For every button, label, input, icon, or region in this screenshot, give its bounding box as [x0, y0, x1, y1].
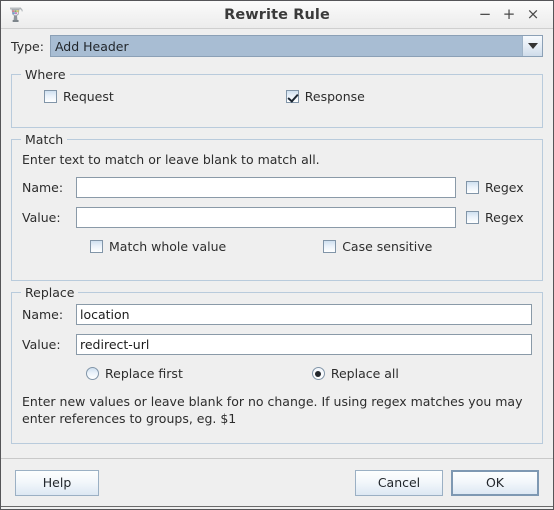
radio-replace-first[interactable]: Replace first — [86, 366, 183, 381]
replace-group-title: Replace — [21, 285, 79, 301]
checkbox-response[interactable]: Response — [285, 89, 365, 104]
match-options-row: Match whole value Case sensitive — [22, 239, 532, 254]
chevron-down-icon[interactable] — [522, 36, 542, 56]
where-row: Request Response — [22, 89, 532, 104]
window-title: Rewrite Rule — [224, 6, 330, 23]
match-group-title: Match — [21, 132, 68, 148]
confirm-buttons: Cancel OK — [355, 469, 539, 496]
match-value-input[interactable] — [76, 207, 456, 228]
window-bottom-edge — [1, 506, 553, 509]
maximize-icon[interactable]: + — [497, 4, 521, 26]
help-button[interactable]: Help — [15, 469, 99, 496]
replace-value-label: Value: — [22, 337, 61, 352]
replace-value-input[interactable]: redirect-url — [76, 334, 532, 355]
dialog-button-bar: Help Cancel OK — [1, 458, 553, 506]
checkbox-match-value-regex-box[interactable] — [466, 211, 479, 224]
close-icon[interactable]: × — [521, 4, 545, 26]
where-group-title: Where — [21, 67, 70, 83]
replace-value-row: Value: redirect-url — [22, 334, 532, 355]
radio-replace-first-label: Replace first — [105, 366, 183, 381]
checkbox-match-value-regex[interactable]: Regex — [466, 210, 532, 225]
match-name-input[interactable] — [76, 177, 456, 198]
checkbox-match-whole-value[interactable]: Match whole value — [90, 239, 226, 254]
checkbox-request[interactable]: Request — [44, 89, 114, 104]
match-group: Match Enter text to match or leave blank… — [11, 132, 543, 281]
where-group: Where Request Response — [11, 67, 543, 128]
replace-name-row: Name: location — [22, 304, 532, 325]
radio-replace-all[interactable]: Replace all — [311, 366, 399, 381]
checkbox-match-name-regex[interactable]: Regex — [466, 180, 532, 195]
titlebar[interactable]: Rewrite Rule − + × — [1, 1, 553, 29]
radio-replace-first-dot[interactable] — [86, 367, 99, 380]
match-value-row: Value: Regex — [22, 207, 532, 228]
minimize-icon[interactable]: − — [473, 4, 497, 26]
checkbox-match-value-regex-label: Regex — [485, 210, 524, 225]
match-name-row: Name: Regex — [22, 177, 532, 198]
match-value-label: Value: — [22, 210, 61, 225]
type-label: Type: — [11, 38, 44, 54]
checkbox-request-box[interactable] — [44, 90, 57, 103]
app-jug-icon — [7, 5, 27, 25]
cancel-button[interactable]: Cancel — [355, 469, 443, 496]
checkbox-match-whole-value-label: Match whole value — [109, 239, 227, 254]
checkbox-case-sensitive[interactable]: Case sensitive — [323, 239, 432, 254]
replace-group: Replace Name: location Value: redirect-u… — [11, 285, 543, 444]
checkbox-match-name-regex-label: Regex — [485, 180, 524, 195]
replace-mode-row: Replace first Replace all — [22, 366, 532, 381]
replace-name-label: Name: — [22, 307, 64, 322]
replace-hint: Enter new values or leave blank for no c… — [22, 394, 523, 426]
type-select-value: Add Header — [50, 36, 522, 56]
type-select[interactable]: Add Header — [49, 35, 543, 57]
checkbox-match-whole-value-box[interactable] — [90, 240, 103, 253]
ok-button[interactable]: OK — [451, 469, 539, 496]
match-name-label: Name: — [22, 180, 64, 195]
checkbox-case-sensitive-box[interactable] — [323, 240, 337, 253]
radio-replace-all-label: Replace all — [330, 366, 399, 381]
checkbox-case-sensitive-label: Case sensitive — [342, 239, 433, 254]
checkbox-response-label: Response — [304, 89, 365, 104]
replace-name-input[interactable]: location — [76, 304, 532, 325]
checkbox-response-box[interactable] — [285, 90, 299, 103]
type-row: Type: Add Header — [11, 29, 543, 63]
match-hint: Enter text to match or leave blank to ma… — [22, 152, 320, 167]
rewrite-rule-dialog: Rewrite Rule − + × Type: Add Header Wher… — [0, 0, 554, 510]
dialog-content: Type: Add Header Where Request Response — [1, 29, 553, 458]
radio-replace-all-dot[interactable] — [311, 367, 325, 380]
checkbox-request-label: Request — [63, 89, 114, 104]
checkbox-match-name-regex-box[interactable] — [466, 181, 479, 194]
window-controls: − + × — [473, 4, 553, 26]
